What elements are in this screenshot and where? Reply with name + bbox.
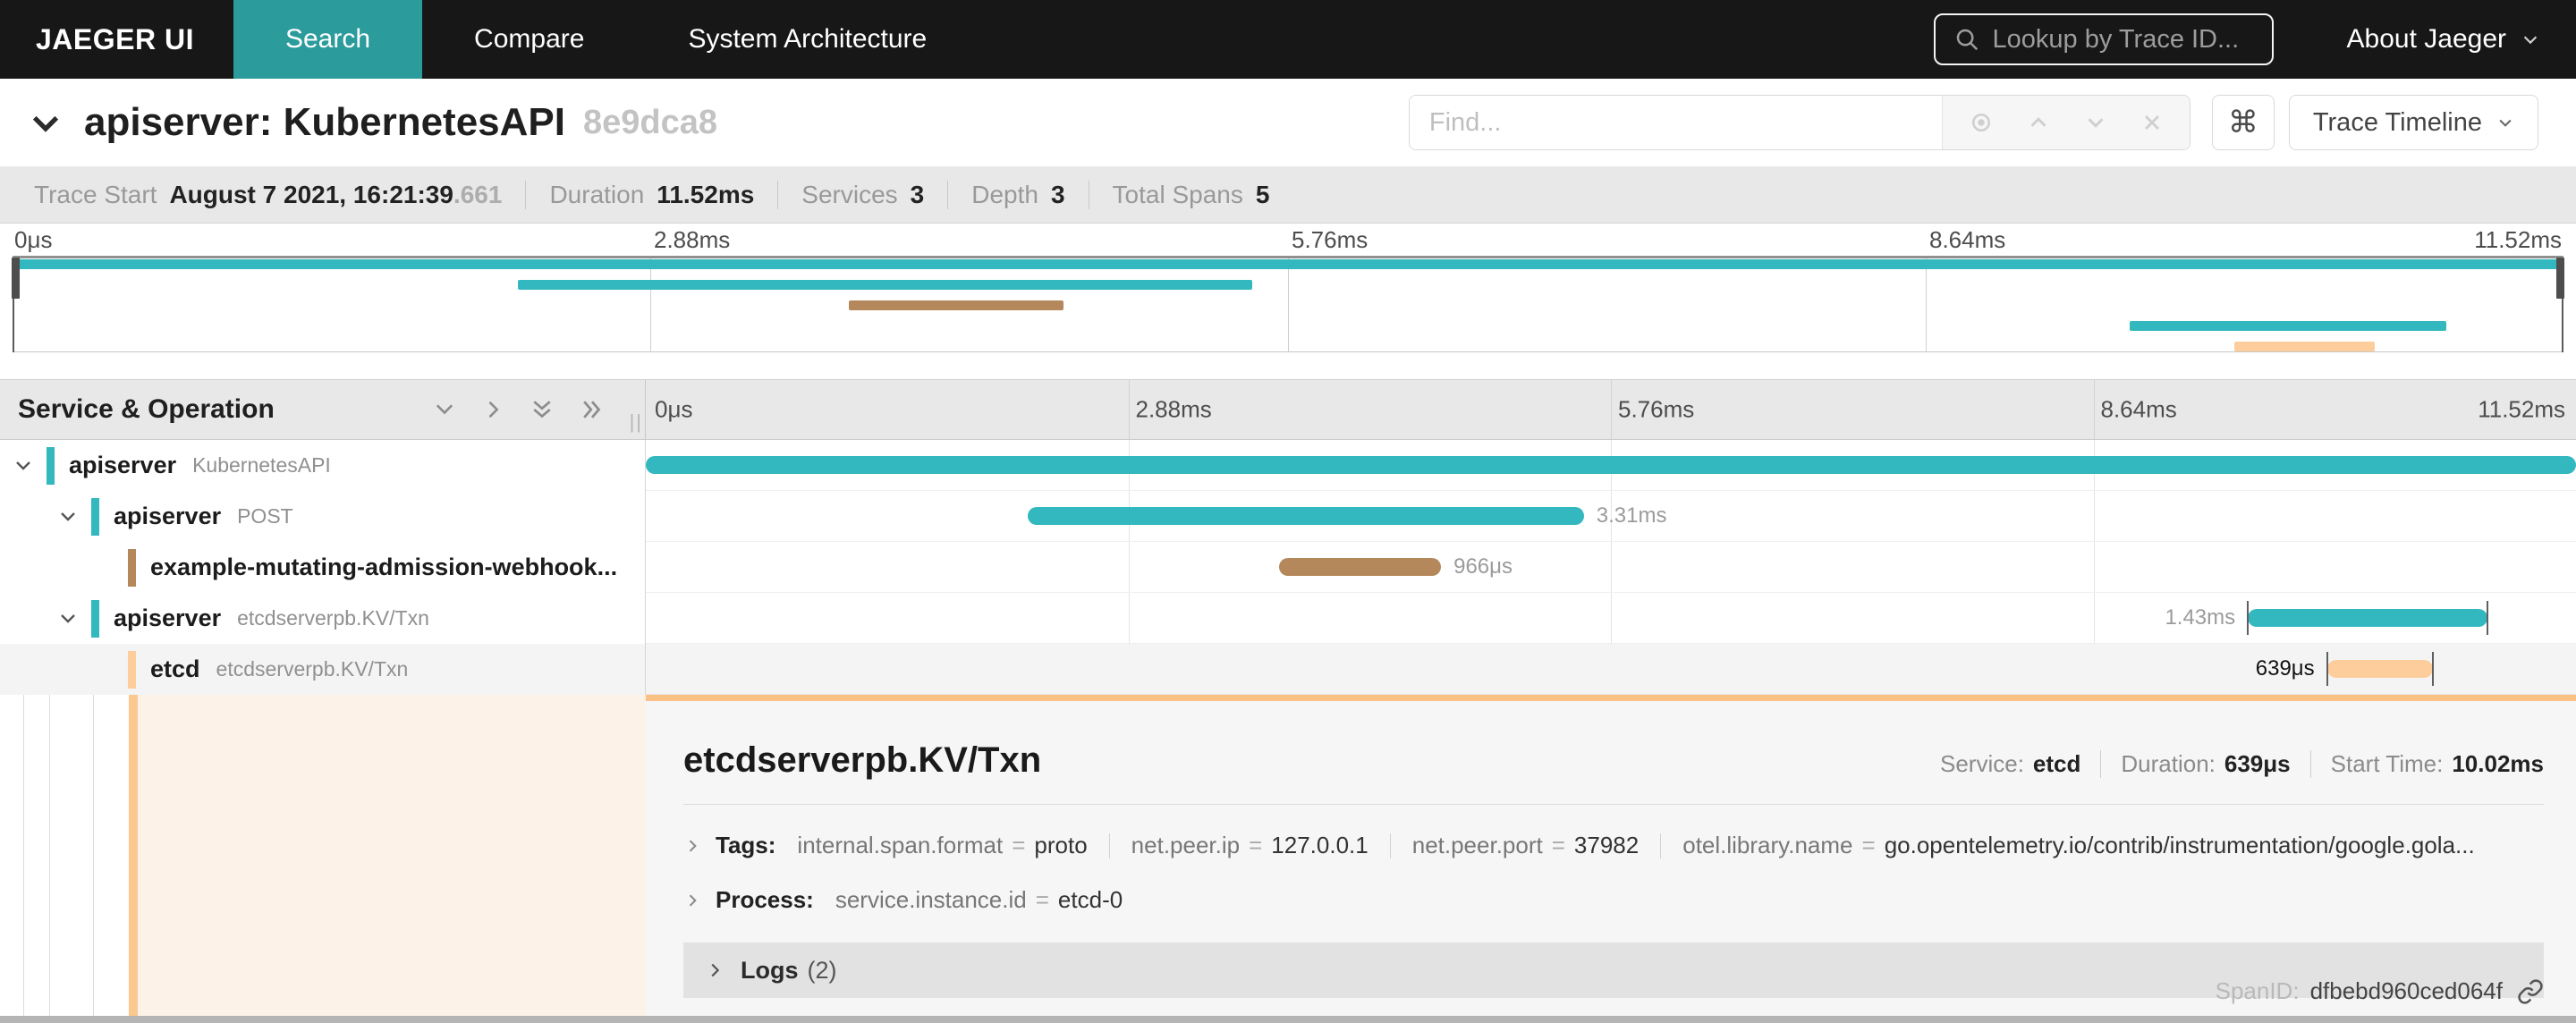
span-duration-label: 639μs: [2255, 656, 2315, 681]
chevron-down-icon[interactable]: [55, 608, 80, 630]
span-bar[interactable]: [1278, 558, 1442, 576]
nav-tab-system-architecture[interactable]: System Architecture: [636, 0, 979, 79]
double-chevron-right-icon[interactable]: [579, 396, 606, 423]
tags-summary: internal.span.format = proto net.peer.ip = 12…: [797, 832, 2475, 858]
chevron-down-icon[interactable]: [55, 506, 80, 528]
keyboard-shortcuts-button[interactable]: ⌘: [2211, 95, 2275, 150]
span-duration-label: 1.43ms: [2165, 605, 2236, 630]
process-accordion[interactable]: Process: service.instance.id = etcd-0: [683, 886, 2544, 914]
chevron-right-icon: [683, 837, 701, 855]
app-brand[interactable]: JAEGER UI: [0, 0, 233, 79]
trace-view-selector[interactable]: Trace Timeline: [2288, 95, 2538, 150]
span-row-webhook[interactable]: example-mutating-admission-webhook... 96…: [0, 542, 2576, 593]
chevron-right-icon[interactable]: [480, 397, 505, 422]
span-duration-label: 3.31ms: [1596, 503, 1667, 528]
collapse-trace-icon[interactable]: [27, 104, 64, 141]
timeline-header-row: Service & Operation || 0μs 2.88ms 5.76ms…: [0, 379, 2576, 440]
link-icon[interactable]: [2517, 978, 2544, 1005]
detail-start-time: Start Time: 10.02ms: [2309, 750, 2544, 778]
bottom-scrollbar[interactable]: [0, 1016, 2576, 1023]
span-detail-title: etcdserverpb.KV/Txn: [683, 740, 1042, 780]
span-bar[interactable]: [1028, 507, 1584, 525]
span-row-apiserver-kubernetesapi[interactable]: apiserver KubernetesAPI: [0, 440, 2576, 491]
find-input[interactable]: [1409, 96, 1942, 149]
trace-minimap[interactable]: [12, 256, 2564, 352]
top-nav: JAEGER UI Search Compare System Architec…: [0, 0, 2576, 79]
span-color-bar: [128, 650, 136, 689]
nav-tab-search[interactable]: Search: [233, 0, 423, 79]
nav-tab-compare[interactable]: Compare: [422, 0, 636, 79]
span-color-bar: [91, 599, 99, 638]
trace-id-input[interactable]: [1992, 24, 2254, 55]
span-bar[interactable]: [2248, 609, 2487, 627]
trace-title: apiserver: KubernetesAPI: [84, 100, 565, 144]
service-operation-header: Service & Operation: [18, 394, 275, 424]
chevron-down-icon[interactable]: [11, 455, 36, 477]
minimap-right-handle[interactable]: [2556, 258, 2564, 352]
chevron-down-icon: [2496, 114, 2514, 131]
minimap-bars: [13, 258, 2563, 351]
about-jaeger-menu[interactable]: About Jaeger: [2347, 24, 2540, 55]
trace-stats-bar: Trace Start August 7 2021, 16:21:39.661 D…: [0, 166, 2576, 224]
span-rows: apiserver KubernetesAPI apiserver POST 3…: [0, 440, 2576, 695]
column-resizer-handle[interactable]: ||: [630, 410, 643, 434]
stat-total-spans: Total Spans 5: [1088, 180, 1269, 209]
clear-find-icon[interactable]: [2140, 110, 2165, 135]
minimap-tick-labels: 0μs 2.88ms 5.76ms 8.64ms 11.52ms: [14, 226, 2562, 253]
stat-depth: Depth 3: [947, 180, 1065, 209]
chevron-right-icon: [683, 892, 701, 909]
detail-service: Service: etcd: [1940, 750, 2081, 777]
chevron-right-icon: [705, 960, 724, 980]
process-summary: service.instance.id = etcd-0: [835, 886, 1123, 913]
prev-match-icon[interactable]: [2025, 109, 2052, 136]
span-detail-band: etcdserverpb.KV/Txn Service: etcd Duratio…: [0, 695, 2576, 1016]
stat-duration: Duration 11.52ms: [525, 180, 754, 209]
detail-duration: Duration: 639μs: [2100, 750, 2291, 778]
stat-services: Services 3: [777, 180, 924, 209]
span-row-etcd-txn[interactable]: etcd etcdserverpb.KV/Txn 639μs: [0, 644, 2576, 695]
selected-span-guide: [129, 695, 138, 1016]
stat-trace-start: Trace Start August 7 2021, 16:21:39.661: [34, 180, 503, 208]
span-row-apiserver-etcd-txn[interactable]: apiserver etcdserverpb.KV/Txn 1.43ms: [0, 593, 2576, 644]
span-id-row: SpanID: dfbebd960ced064f: [2216, 977, 2544, 1005]
span-bar[interactable]: [2326, 660, 2434, 678]
chevron-down-icon: [2521, 30, 2540, 49]
span-bar[interactable]: [646, 456, 2576, 474]
chevron-down-icon[interactable]: [432, 397, 457, 422]
span-color-bar: [47, 446, 55, 485]
search-icon: [1953, 26, 1980, 53]
focus-match-icon[interactable]: [1968, 109, 1995, 136]
double-chevron-down-icon[interactable]: [529, 396, 555, 423]
span-id-value: dfbebd960ced064f: [2309, 977, 2503, 1004]
tags-accordion[interactable]: Tags: internal.span.format = proto net.peer…: [683, 832, 2544, 859]
next-match-icon[interactable]: [2082, 109, 2109, 136]
span-detail-panel: etcdserverpb.KV/Txn Service: etcd Duratio…: [646, 695, 2576, 1016]
trace-id-short: 8e9dca8: [583, 103, 718, 141]
minimap-left-handle[interactable]: [12, 258, 20, 352]
span-duration-label: 966μs: [1453, 554, 1513, 579]
trace-header: apiserver: KubernetesAPI 8e9dca8 Find...…: [0, 79, 2576, 166]
find-bar: [1408, 95, 2190, 150]
span-color-bar: [91, 497, 99, 536]
span-detail-indent: [0, 695, 646, 1016]
trace-id-lookup[interactable]: [1933, 13, 2274, 65]
jaeger-trace-page: JAEGER UI Search Compare System Architec…: [0, 0, 2576, 1023]
span-row-apiserver-post[interactable]: apiserver POST 3.31ms: [0, 491, 2576, 542]
span-color-bar: [128, 548, 136, 587]
